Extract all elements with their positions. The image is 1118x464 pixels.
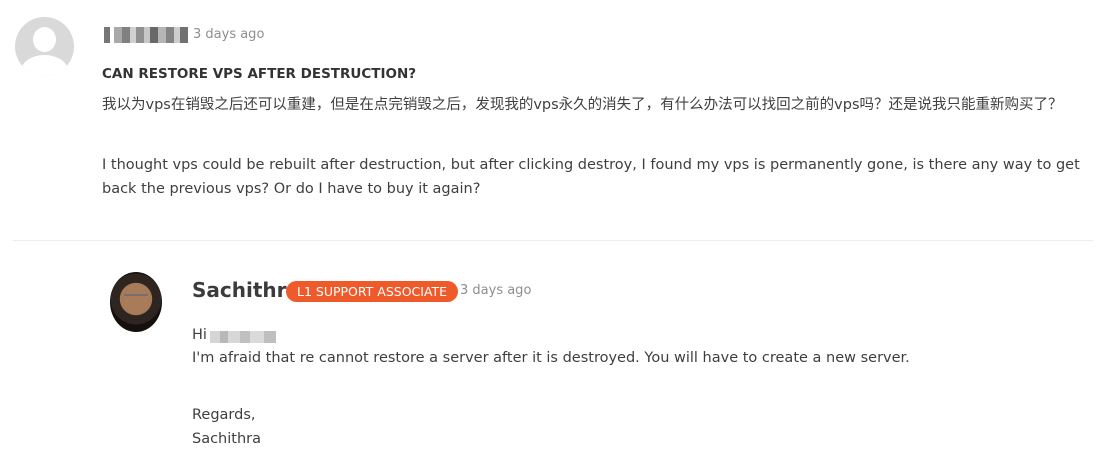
reply-signature: Sachithra: [192, 431, 262, 447]
avatar-shoulders-icon: [21, 55, 68, 76]
reply-regards: Regards,: [192, 407, 256, 423]
avatar[interactable]: [110, 272, 162, 332]
avatar-head-icon: [33, 27, 56, 52]
comment-body-chinese: 我以为vps在销毁之后还可以重建，但是在点完销毁之后，发现我的vps永久的消失了…: [102, 97, 1063, 113]
divider: [13, 240, 1093, 241]
avatar[interactable]: [15, 17, 74, 76]
comment-body-english: I thought vps could be rebuilt after des…: [102, 157, 1080, 197]
reply-message: I'm afraid that re cannot restore a serv…: [192, 350, 910, 366]
status-badge: L1 SUPPORT ASSOCIATE: [286, 281, 459, 302]
redacted-username[interactable]: [104, 27, 188, 43]
timestamp: 3 days ago: [460, 283, 532, 298]
reply-greeting: Hi: [192, 327, 207, 343]
glasses-icon: [124, 294, 148, 302]
timestamp: 3 days ago: [193, 27, 265, 42]
reply-author[interactable]: Sachithra: [192, 278, 300, 302]
redacted-recipient-name: [210, 331, 276, 343]
comment-title: CAN RESTORE VPS AFTER DESTRUCTION?: [102, 66, 417, 82]
